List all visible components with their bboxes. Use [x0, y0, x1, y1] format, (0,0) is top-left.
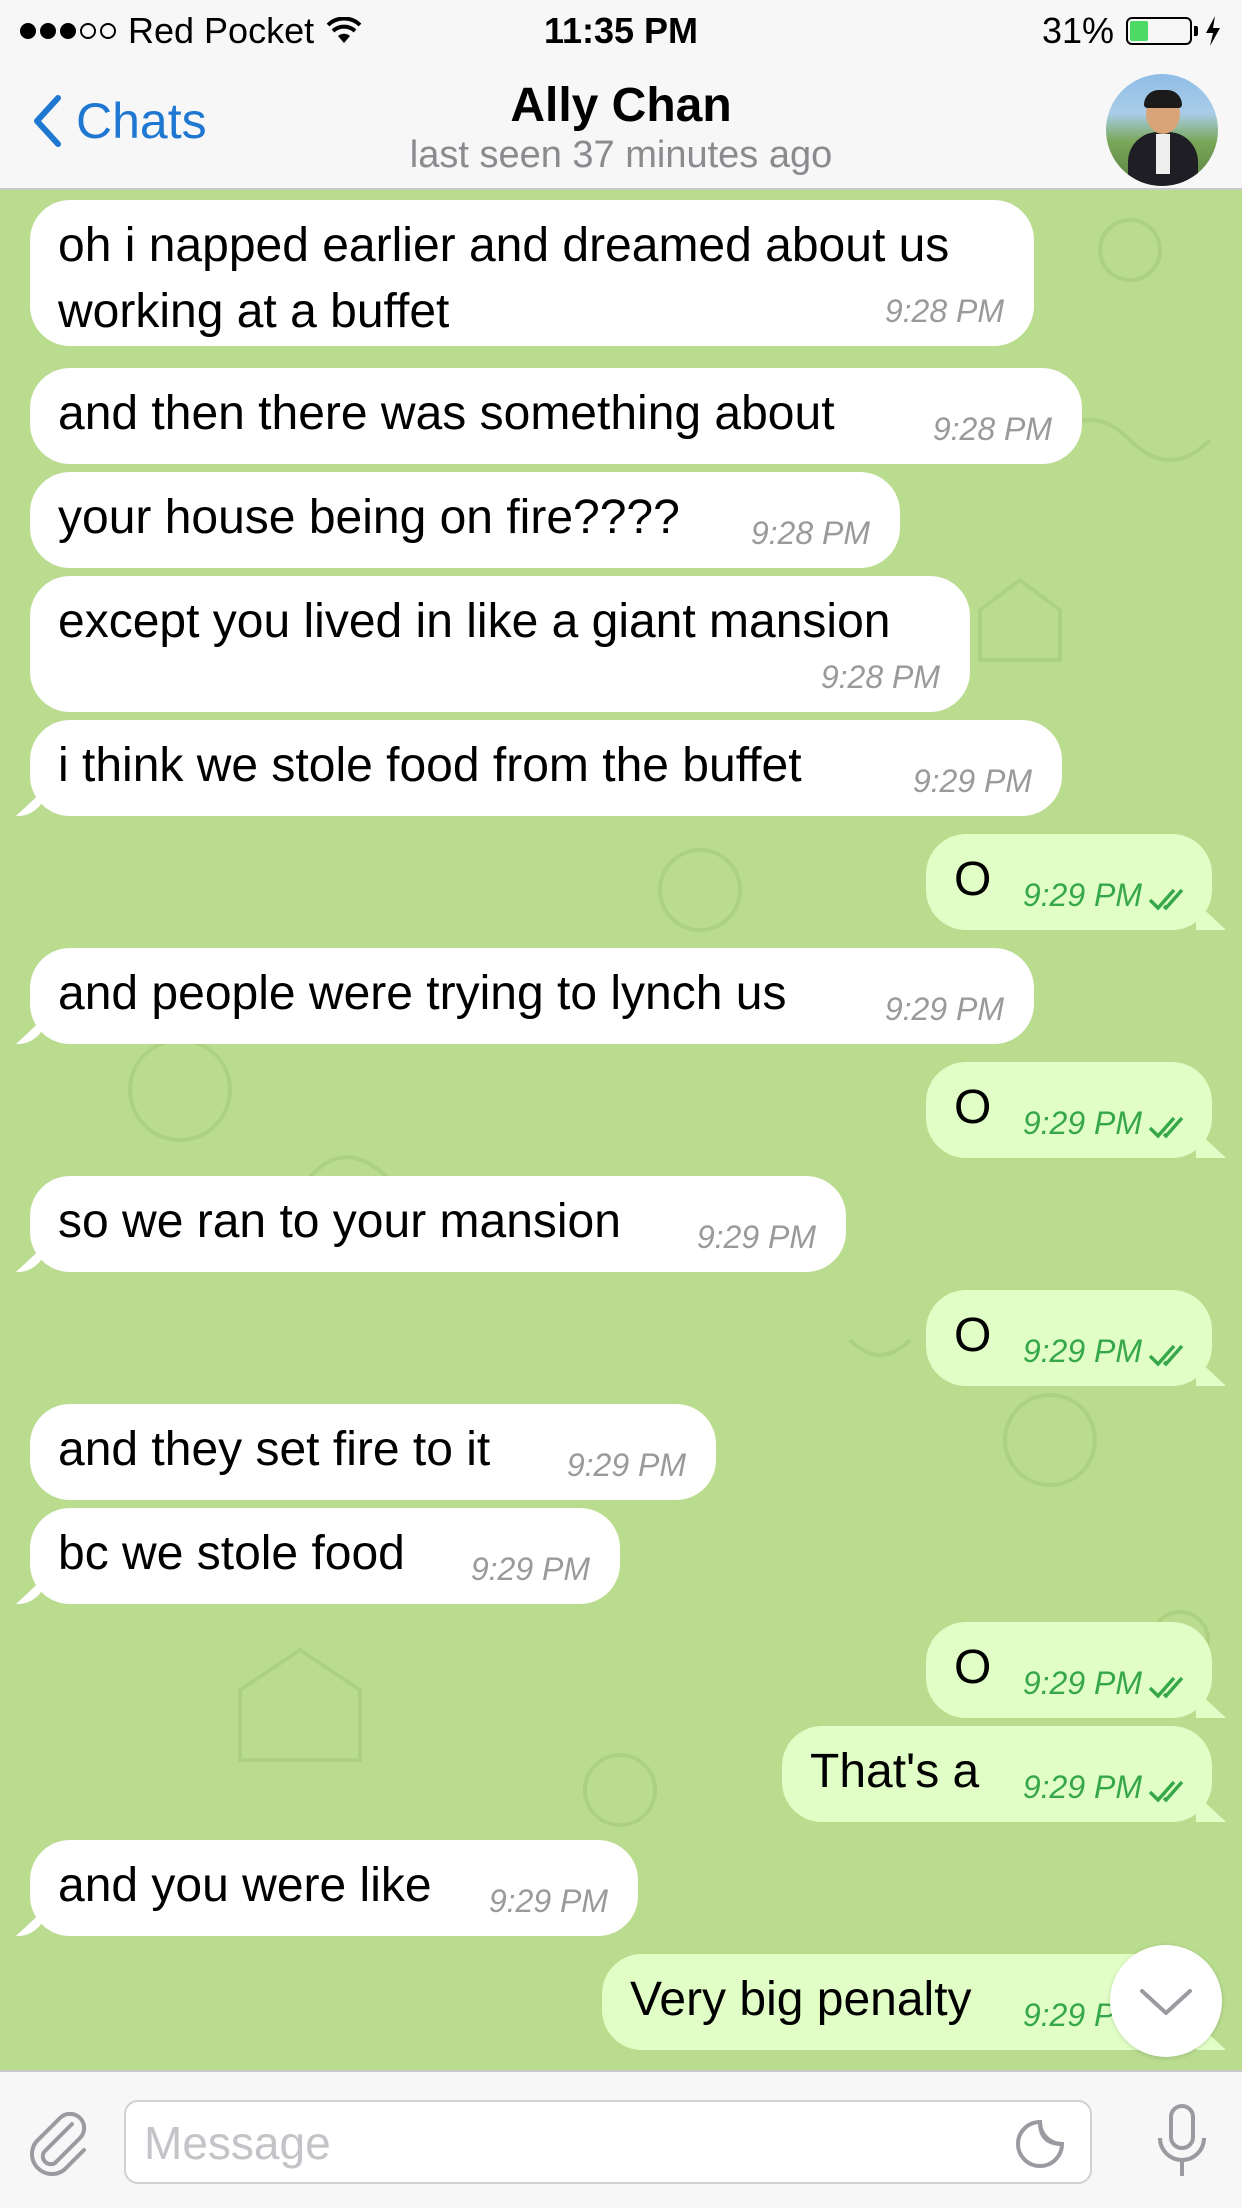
message-text: and people were trying to lynch us [58, 967, 787, 1020]
double-check-read-icon [1148, 1676, 1184, 1699]
message-text: so we ran to your mansion [58, 1195, 621, 1248]
avatar[interactable] [1106, 74, 1218, 186]
message-field[interactable] [124, 2100, 1092, 2184]
outgoing-message[interactable]: That's a 9:29 PM [782, 1726, 1226, 1822]
message-text: bc we stole food [58, 1527, 405, 1580]
message-text: i think we stole food from the buffet [58, 739, 802, 792]
message-text: Very big penalty [630, 1973, 972, 2026]
outgoing-message[interactable]: O 9:29 PM [926, 1062, 1226, 1158]
incoming-message[interactable]: so we ran to your mansion 9:29 PM [16, 1176, 846, 1272]
battery-percent: 31% [1041, 10, 1114, 51]
incoming-message[interactable]: oh i napped earlier and dreamed about us… [30, 200, 1034, 346]
message-text: oh i napped earlier and dreamed about us [58, 219, 950, 272]
sticker-icon[interactable] [1014, 2118, 1066, 2170]
message-text: working at a buffet [58, 285, 450, 338]
battery-icon [1126, 17, 1198, 45]
message-text: That's a [810, 1745, 980, 1798]
message-input-bar [0, 2070, 1242, 2208]
message-text: O [954, 1081, 992, 1134]
incoming-message[interactable]: bc we stole food 9:29 PM [16, 1508, 620, 1604]
contact-name[interactable]: Ally Chan [0, 78, 1242, 133]
chat-header: Chats Ally Chan last seen 37 minutes ago [0, 62, 1242, 190]
double-check-read-icon [1148, 1116, 1184, 1139]
message-time: 9:29 PM [1022, 1769, 1142, 1805]
outgoing-message[interactable]: O 9:29 PM [926, 1290, 1226, 1386]
message-list[interactable]: oh i napped earlier and dreamed about us… [0, 190, 1242, 2070]
message-time: 9:29 PM [884, 991, 1004, 1027]
microphone-icon[interactable] [1152, 2102, 1212, 2182]
message-time: 9:29 PM [1022, 877, 1142, 913]
last-seen-status: last seen 37 minutes ago [409, 134, 833, 176]
message-time: 9:29 PM [1022, 1105, 1142, 1141]
incoming-message[interactable]: i think we stole food from the buffet 9:2… [16, 720, 1062, 816]
outgoing-message[interactable]: O 9:29 PM [926, 834, 1226, 930]
incoming-message[interactable]: and then there was something about 9:28 P… [30, 368, 1082, 464]
message-text: O [954, 1641, 992, 1694]
paperclip-icon[interactable] [22, 2106, 92, 2176]
outgoing-message[interactable]: O 9:29 PM [926, 1622, 1226, 1718]
message-text: O [954, 853, 992, 906]
message-time: 9:29 PM [470, 1551, 590, 1587]
message-text: your house being on fire???? [58, 491, 680, 544]
message-time: 9:28 PM [932, 411, 1052, 447]
message-text: except you lived in like a giant mansion [58, 595, 891, 648]
message-time: 9:29 PM [696, 1219, 816, 1255]
message-time: 9:29 PM [566, 1447, 686, 1483]
message-input[interactable] [142, 2112, 986, 2174]
message-text: and they set fire to it [58, 1423, 491, 1476]
message-time: 9:28 PM [820, 659, 940, 695]
charging-bolt-icon [1206, 16, 1220, 46]
status-bar: Red Pocket 11:35 PM 31% [0, 0, 1242, 62]
double-check-read-icon [1148, 1344, 1184, 1367]
message-text: and then there was something about [58, 387, 835, 440]
scroll-to-bottom-button[interactable] [1110, 1945, 1222, 2057]
chevron-down-icon [1140, 1989, 1192, 2015]
battery-level [1130, 21, 1148, 41]
message-time: 9:29 PM [1022, 1665, 1142, 1701]
status-right: 31% [1042, 10, 1222, 52]
message-time: 9:28 PM [750, 515, 870, 551]
message-time: 9:29 PM [1022, 1333, 1142, 1369]
incoming-message[interactable]: and you were like 9:29 PM [16, 1840, 638, 1936]
message-time: 9:28 PM [884, 293, 1004, 329]
message-text: O [954, 1309, 992, 1362]
message-text: and you were like [58, 1859, 432, 1912]
incoming-message[interactable]: your house being on fire???? 9:28 PM [30, 472, 900, 568]
double-check-read-icon [1148, 1780, 1184, 1803]
double-check-read-icon [1148, 888, 1184, 911]
incoming-message[interactable]: except you lived in like a giant mansion… [30, 576, 970, 712]
message-time: 9:29 PM [912, 763, 1032, 799]
incoming-message[interactable]: and they set fire to it 9:29 PM [30, 1404, 716, 1500]
message-time: 9:29 PM [488, 1883, 608, 1919]
incoming-message[interactable]: and people were trying to lynch us 9:29 P… [16, 948, 1034, 1044]
